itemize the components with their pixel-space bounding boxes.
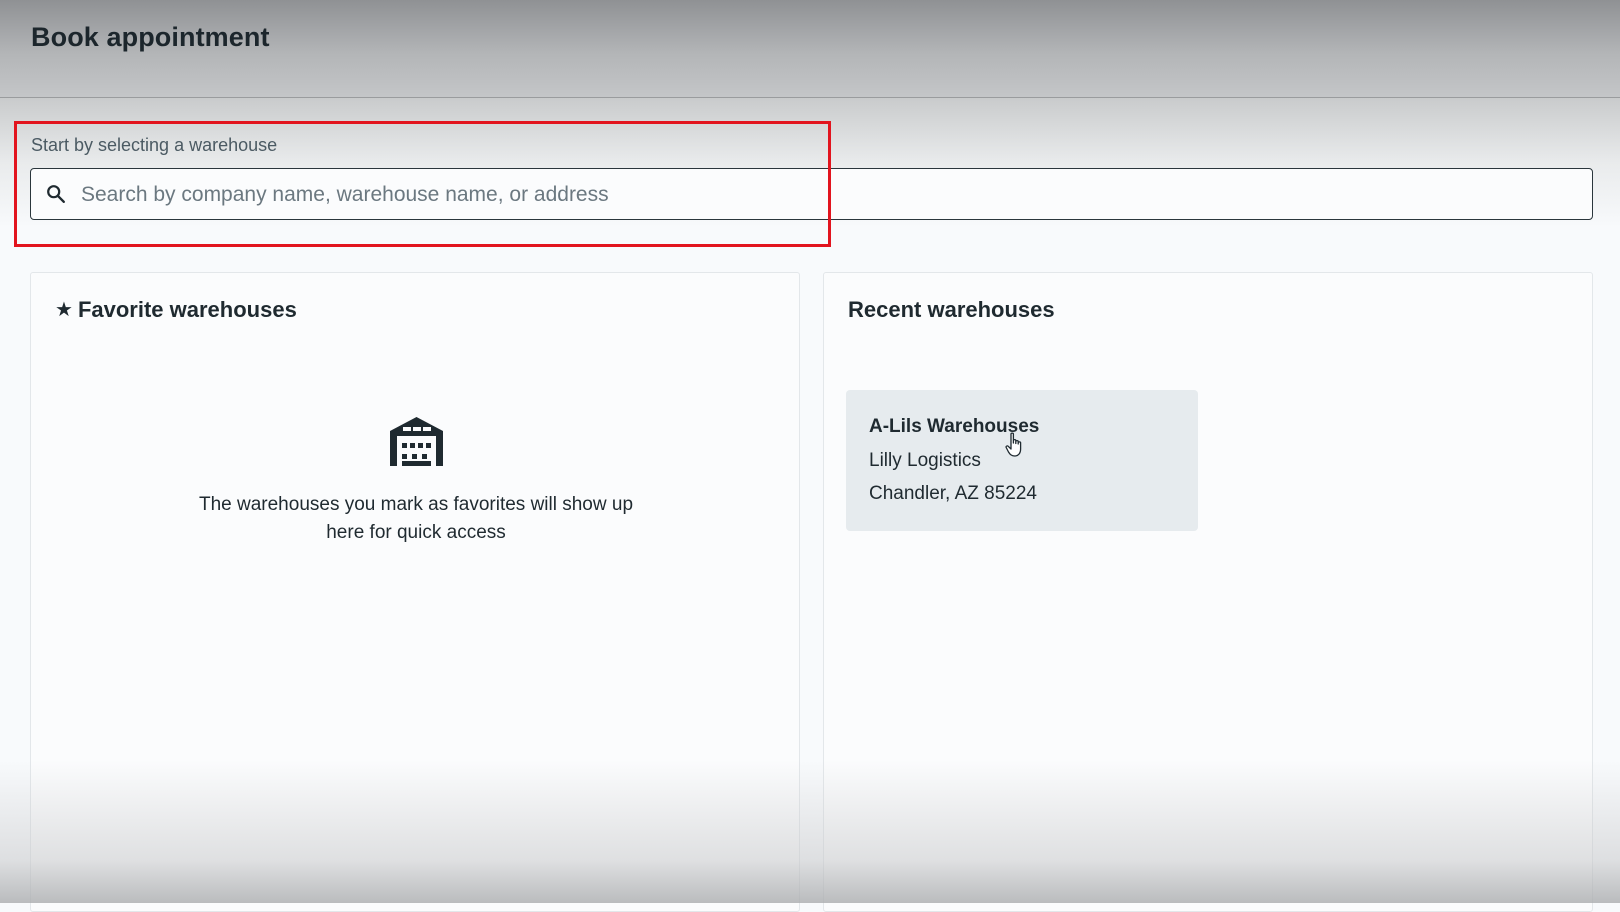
warehouse-address: Chandler, AZ 85224 xyxy=(869,483,1037,504)
favorite-warehouses-title: ★ Favorite warehouses xyxy=(55,297,297,323)
search-input[interactable] xyxy=(79,169,1573,220)
search-icon xyxy=(47,185,65,203)
recent-warehouses-title: Recent warehouses xyxy=(848,297,1055,322)
warehouse-company: Lilly Logistics xyxy=(869,450,981,471)
page-header: Book appointment xyxy=(0,0,1620,98)
favorite-warehouses-panel: ★ Favorite warehouses The warehouses you… xyxy=(30,272,800,912)
search-label: Start by selecting a warehouse xyxy=(31,135,278,155)
recent-warehouses-panel: Recent warehouses A-Lils Warehouses Lill… xyxy=(823,272,1593,912)
warehouse-icon xyxy=(390,417,443,466)
favorite-warehouses-label: Favorite warehouses xyxy=(77,297,297,322)
warehouse-name: A-Lils Warehouses xyxy=(869,416,1040,437)
star-icon: ★ xyxy=(55,299,73,321)
search-box[interactable] xyxy=(30,168,1593,220)
recent-warehouse-card[interactable]: A-Lils Warehouses Lilly Logistics Chandl… xyxy=(846,390,1198,531)
favorites-empty-message: The warehouses you mark as favorites wil… xyxy=(198,494,634,543)
page-title: Book appointment xyxy=(31,22,270,52)
